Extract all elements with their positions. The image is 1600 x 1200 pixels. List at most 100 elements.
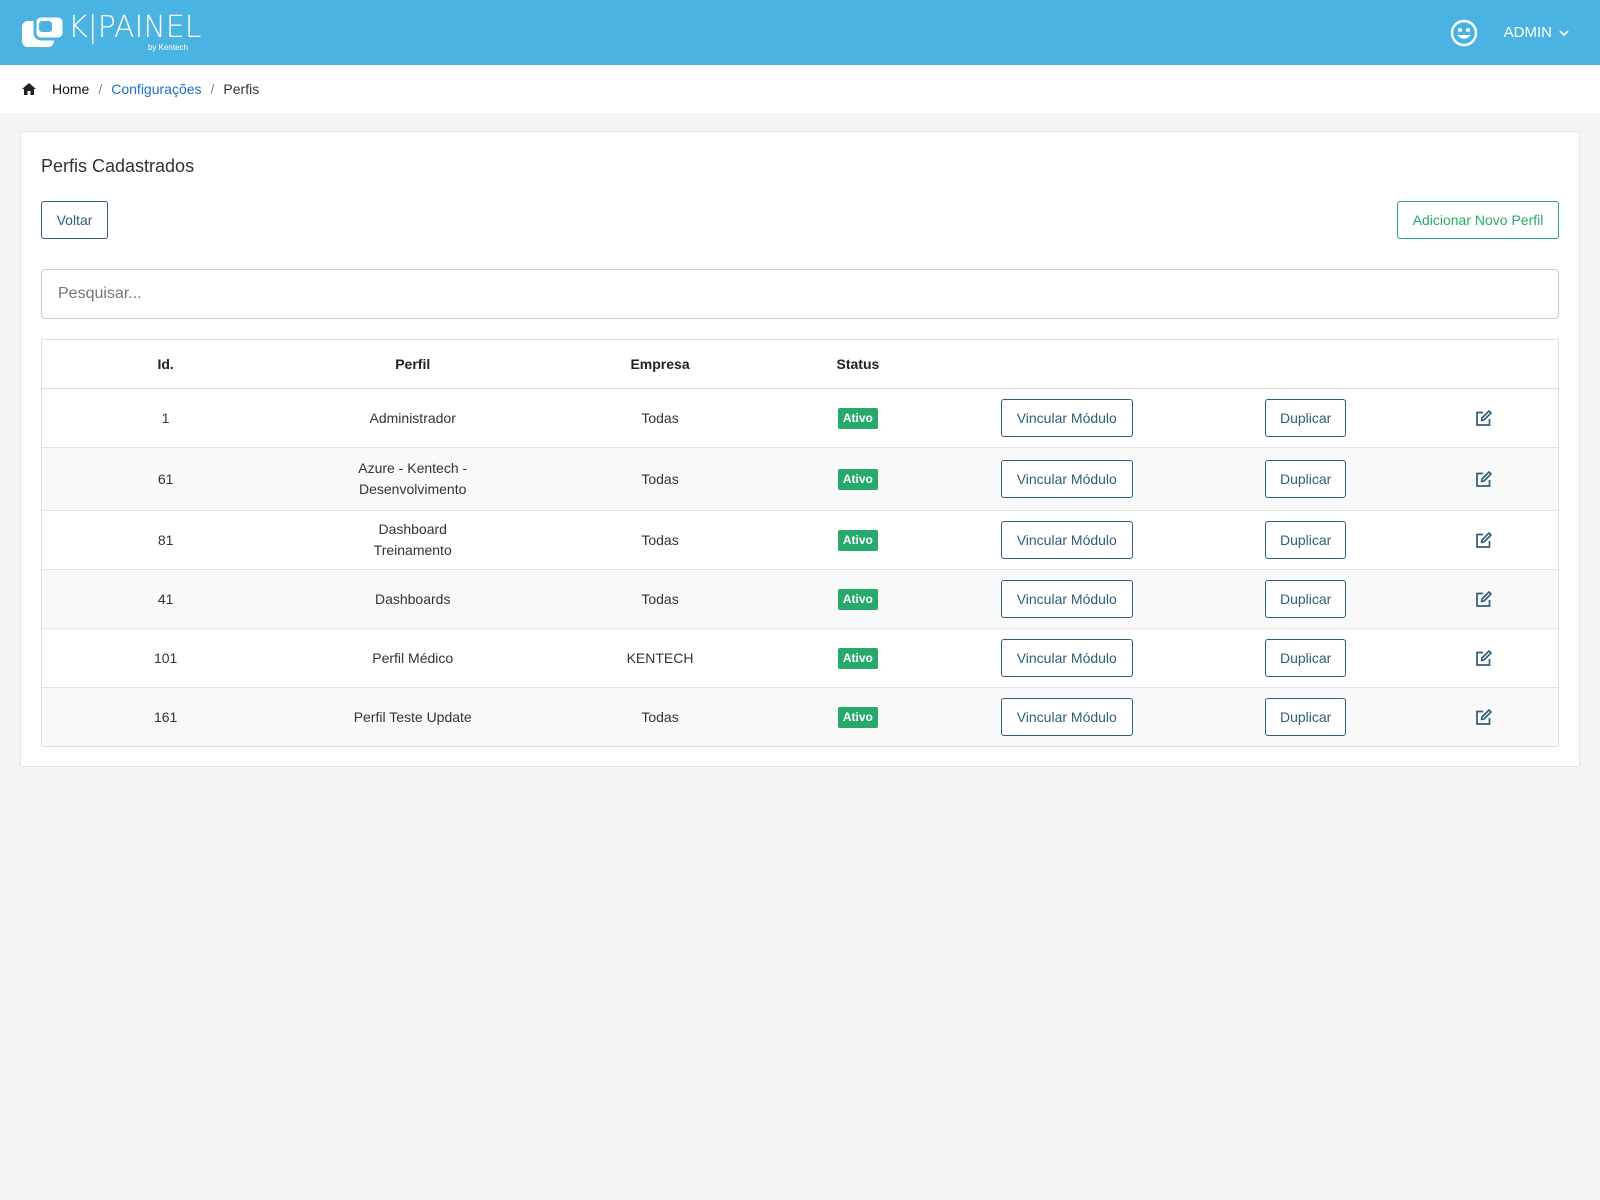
logo-subtitle: by Kentech <box>147 42 188 52</box>
duplicate-button[interactable]: Duplicar <box>1265 460 1347 498</box>
cell-vincular: Vincular Módulo <box>931 388 1202 448</box>
cell-status: Ativo <box>783 569 932 629</box>
column-header-id[interactable]: Id. <box>41 339 290 389</box>
profile-id: 61 <box>157 470 174 487</box>
cell-id: 161 <box>41 687 290 747</box>
cell-duplicar: Duplicar <box>1201 447 1410 511</box>
cell-vincular: Vincular Módulo <box>931 628 1202 688</box>
cell-duplicar: Duplicar <box>1201 388 1410 448</box>
column-header-vincular <box>931 339 1202 389</box>
status-badge: Ativo <box>837 469 878 490</box>
cell-perfil: Azure - Kentech - Desenvolvimento <box>289 447 537 511</box>
cell-empresa: Todas <box>536 388 784 448</box>
table-row: 41 Dashboards Todas Ativo Vincular Módul… <box>41 569 1559 629</box>
add-profile-button[interactable]: Adicionar Novo Perfil <box>1397 201 1559 239</box>
table-row: 81 Dashboard Treinamento Todas Ativo Vin… <box>41 510 1559 570</box>
user-menu-dropdown[interactable]: ADMIN <box>1504 24 1570 41</box>
link-module-button[interactable]: Vincular Módulo <box>1000 698 1133 736</box>
cell-duplicar: Duplicar <box>1201 628 1410 688</box>
link-module-button[interactable]: Vincular Módulo <box>1000 399 1133 437</box>
profiles-table: Id. Perfil Empresa Status 1 Administrado… <box>41 339 1559 747</box>
profile-company: Todas <box>641 531 679 548</box>
breadcrumb-separator: / <box>98 81 103 97</box>
profile-name: Dashboard Treinamento <box>373 521 452 558</box>
column-header-edit <box>1409 339 1559 389</box>
profile-company: Todas <box>641 409 679 426</box>
cell-edit <box>1409 569 1559 629</box>
status-badge: Ativo <box>837 648 878 669</box>
cell-id: 101 <box>41 628 290 688</box>
cell-perfil: Dashboard Treinamento <box>289 510 537 570</box>
edit-icon[interactable] <box>1475 410 1493 427</box>
edit-icon[interactable] <box>1475 650 1493 667</box>
profile-name: Perfil Teste Update <box>353 708 472 725</box>
breadcrumb: Home / Configurações / Perfis <box>0 65 1600 113</box>
status-badge: Ativo <box>837 530 878 551</box>
page-title: Perfis Cadastrados <box>41 156 195 176</box>
duplicate-button[interactable]: Duplicar <box>1265 580 1347 618</box>
cell-empresa: Todas <box>536 447 784 511</box>
edit-icon[interactable] <box>1475 471 1493 488</box>
cell-status: Ativo <box>783 388 932 448</box>
breadcrumb-current: Perfis <box>223 81 260 97</box>
cell-empresa: KENTECH <box>536 628 784 688</box>
smiley-face-icon[interactable] <box>1450 19 1478 47</box>
duplicate-button[interactable]: Duplicar <box>1265 698 1347 736</box>
back-button[interactable]: Voltar <box>41 201 108 239</box>
search-input[interactable] <box>41 269 1559 319</box>
cell-edit <box>1409 510 1559 570</box>
column-header-empresa[interactable]: Empresa <box>536 339 784 389</box>
edit-icon[interactable] <box>1475 591 1493 608</box>
status-badge: Ativo <box>837 589 878 610</box>
cell-duplicar: Duplicar <box>1201 510 1410 570</box>
profile-name: Perfil Médico <box>372 649 454 666</box>
profile-id: 41 <box>157 590 174 607</box>
home-icon[interactable] <box>22 83 36 95</box>
cell-empresa: Todas <box>536 569 784 629</box>
cell-edit <box>1409 687 1559 747</box>
cell-vincular: Vincular Módulo <box>931 687 1202 747</box>
profile-id: 101 <box>153 649 178 666</box>
profile-name: Azure - Kentech - Desenvolvimento <box>358 460 468 497</box>
profile-name: Administrador <box>369 409 456 426</box>
breadcrumb-configuracoes[interactable]: Configurações <box>111 81 201 97</box>
cell-vincular: Vincular Módulo <box>931 569 1202 629</box>
link-module-button[interactable]: Vincular Módulo <box>1000 460 1133 498</box>
cell-edit <box>1409 628 1559 688</box>
cell-id: 81 <box>41 510 290 570</box>
logo-wordmark: K|PAINEL by Kentech <box>68 10 201 56</box>
column-header-perfil[interactable]: Perfil <box>289 339 537 389</box>
breadcrumb-home[interactable]: Home <box>52 81 89 97</box>
link-module-button[interactable]: Vincular Módulo <box>1000 521 1133 559</box>
top-navbar: K|PAINEL by Kentech ADMIN <box>0 0 1600 65</box>
column-header-status[interactable]: Status <box>783 339 932 389</box>
app-logo[interactable]: K|PAINEL by Kentech <box>22 0 201 65</box>
cell-id: 41 <box>41 569 290 629</box>
user-name: ADMIN <box>1503 24 1552 41</box>
cell-status: Ativo <box>783 510 932 570</box>
profile-id: 1 <box>161 409 170 426</box>
cell-id: 61 <box>41 447 290 511</box>
breadcrumb-separator: / <box>210 81 215 97</box>
table-row: 61 Azure - Kentech - Desenvolvimento Tod… <box>41 447 1559 511</box>
cell-edit <box>1409 388 1559 448</box>
chevron-down-icon <box>1559 29 1569 36</box>
duplicate-button[interactable]: Duplicar <box>1265 521 1347 559</box>
cell-perfil: Administrador <box>289 388 537 448</box>
cell-perfil: Dashboards <box>289 569 537 629</box>
edit-icon[interactable] <box>1475 709 1493 726</box>
status-badge: Ativo <box>837 408 878 429</box>
cell-duplicar: Duplicar <box>1201 569 1410 629</box>
duplicate-button[interactable]: Duplicar <box>1265 639 1347 677</box>
profile-company: Todas <box>641 470 679 487</box>
link-module-button[interactable]: Vincular Módulo <box>1000 580 1133 618</box>
cell-id: 1 <box>41 388 290 448</box>
cell-perfil: Perfil Teste Update <box>289 687 537 747</box>
duplicate-button[interactable]: Duplicar <box>1265 399 1347 437</box>
profile-name: Dashboards <box>374 590 451 607</box>
profile-id: 161 <box>153 708 178 725</box>
cell-status: Ativo <box>783 687 932 747</box>
status-badge: Ativo <box>837 707 878 728</box>
edit-icon[interactable] <box>1475 532 1493 549</box>
link-module-button[interactable]: Vincular Módulo <box>1000 639 1133 677</box>
